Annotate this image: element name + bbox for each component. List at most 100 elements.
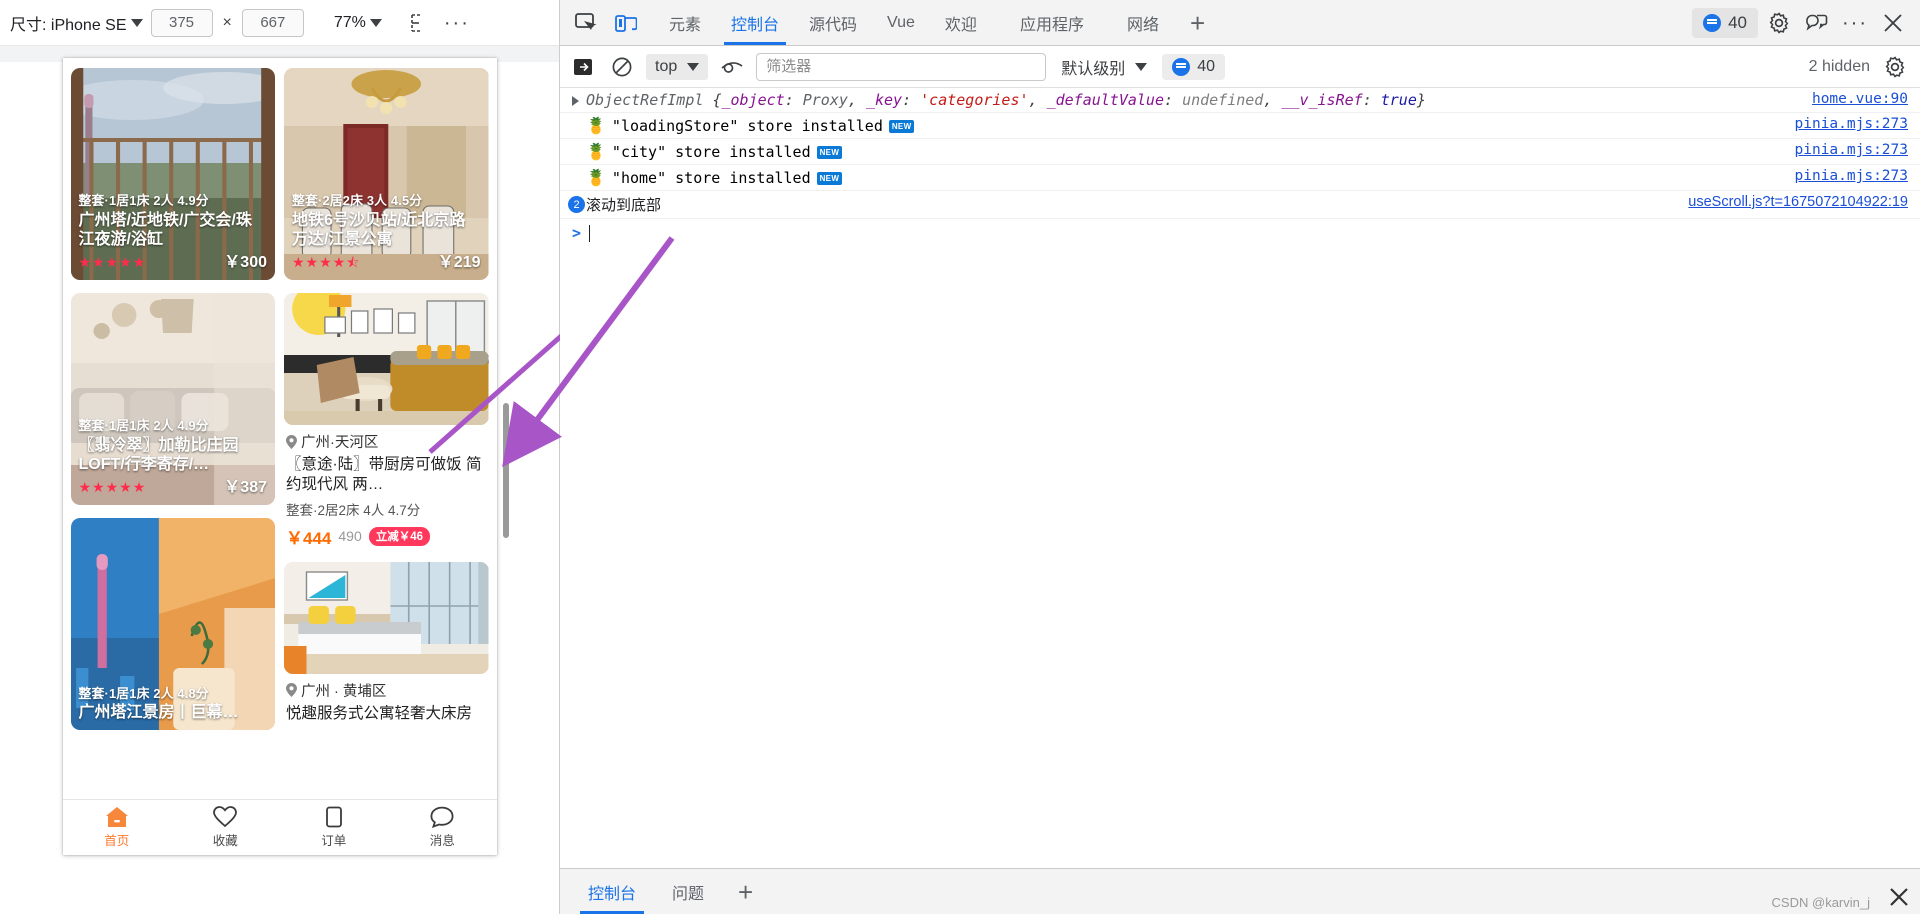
gear-icon[interactable] [1762, 6, 1796, 40]
tab-elements[interactable]: 元素 [654, 0, 716, 45]
console-settings-icon[interactable] [1880, 52, 1910, 82]
listing-image: 整套·1居1床 2人 4.8分 广州塔江景房丨巨幕… [70, 518, 275, 730]
device-toolbar-icon[interactable] [606, 3, 646, 43]
console-message-pinia[interactable]: 🍍 "home" store installed NEW pinia.mjs:273 [560, 165, 1920, 191]
listing-title: 〖翡冷翠〗加勒比庄园LOFT/行李寄存/… [78, 436, 239, 474]
tab-favorites[interactable]: 收藏 [171, 806, 280, 849]
throttling-icon[interactable] [404, 10, 430, 36]
message-bubble-icon [1703, 13, 1722, 32]
object-key: __v_isRef [1281, 91, 1363, 109]
tab-orders-label: 订单 [321, 834, 347, 848]
device-viewport: 整套·1居1床 2人 4.9分 广州塔/近地铁/广交会/珠江夜游/浴缸 ★★★★… [0, 46, 559, 914]
console-source-link[interactable]: useScroll.js?t=1675072104922:19 [1668, 194, 1908, 210]
object-key: _defaultValue [1046, 91, 1164, 109]
drawer-tab-console-label: 控制台 [588, 885, 637, 903]
issues-counter-button[interactable]: 40 [1692, 7, 1758, 38]
listing-location-row: 广州·天河区 [286, 431, 487, 452]
more-options-icon[interactable]: ··· [444, 10, 470, 36]
console-source-link[interactable]: pinia.mjs:273 [1775, 142, 1909, 158]
tab-orders[interactable]: 订单 [280, 806, 389, 849]
listing-price: ￥300 [224, 253, 267, 271]
tab-network[interactable]: 网络 [1099, 0, 1174, 45]
console-message-text: 🍍 "loadingStore" store installed NEW [586, 116, 1775, 135]
inspect-element-icon[interactable] [566, 3, 606, 43]
object-value: 'categories' [920, 91, 1029, 109]
tab-welcome[interactable]: 欢迎 [930, 0, 992, 45]
phone-scrollbar-thumb[interactable] [503, 403, 509, 538]
new-badge: NEW [816, 172, 843, 185]
console-message-body: "loadingStore" store installed [611, 117, 883, 135]
console-prompt[interactable]: > [560, 219, 1920, 247]
listing-card[interactable]: 整套·2居2床 3人 4.5分 地铁6号沙贝站/近北京路万达/江景公寓 ★★★★… [284, 68, 489, 280]
tab-vue[interactable]: Vue [872, 0, 930, 45]
devtools-tabs: 元素 控制台 源代码 Vue 欢迎 应用程序 网络 + [654, 0, 1221, 45]
listing-card[interactable]: 整套·1居1床 2人 4.8分 广州塔江景房丨巨幕… [70, 518, 275, 730]
tab-messages-label: 消息 [429, 834, 455, 848]
drawer-tab-console[interactable]: 控制台 [570, 869, 654, 914]
new-badge: NEW [816, 146, 843, 159]
console-message-object[interactable]: ObjectRefImpl {_object: Proxy, _key: 'ca… [560, 88, 1920, 113]
console-message-counted[interactable]: 2 滚动到底部 useScroll.js?t=1675072104922:19 [560, 191, 1920, 219]
device-zoom-value: 77% [333, 13, 366, 31]
console-filter-input[interactable] [756, 52, 1047, 81]
execution-context-select[interactable]: top [646, 53, 709, 80]
location-pin-icon [286, 434, 297, 449]
close-drawer-icon[interactable] [1888, 886, 1910, 908]
tab-sources[interactable]: 源代码 [794, 0, 872, 45]
add-tab-button[interactable]: + [1174, 10, 1221, 36]
listing-card[interactable]: 广州·天河区 〖意途·陆〗带厨房可做饭 简约现代风 两… 整套·2居2床 4人 … [284, 293, 489, 549]
console-message-pinia[interactable]: 🍍 "loadingStore" store installed NEW pinia… [560, 113, 1920, 139]
console-message-list[interactable]: ObjectRefImpl {_object: Proxy, _key: 'ca… [560, 88, 1920, 868]
listing-details: 广州 · 黄埔区 悦趣服务式公寓轻奢大床房 [284, 674, 489, 724]
device-size-select[interactable]: 尺寸: iPhone SE [10, 11, 143, 35]
console-message-text: ObjectRefImpl {_object: Proxy, _key: 'ca… [586, 91, 1426, 109]
more-options-icon[interactable]: ··· [1838, 6, 1872, 40]
tab-console[interactable]: 控制台 [716, 0, 794, 45]
console-source-link[interactable]: home.vue:90 [1792, 91, 1908, 107]
console-message-text: 🍍 "home" store installed NEW [586, 168, 1775, 187]
listing-stars: ★★★★★ [78, 253, 147, 270]
listing-price: ￥219 [437, 253, 481, 271]
listing-card[interactable]: 整套·1居1床 2人 4.9分 〖翡冷翠〗加勒比庄园LOFT/行李寄存/… ★★… [70, 293, 275, 505]
listing-overlay-info: 整套·2居2床 3人 4.5分 地铁6号沙贝站/近北京路万达/江景公寓 ★★★★… [284, 187, 489, 280]
tab-application[interactable]: 应用程序 [992, 0, 1099, 45]
console-source-link[interactable]: pinia.mjs:273 [1775, 168, 1909, 184]
device-zoom-select[interactable]: 77% [334, 14, 382, 32]
console-sidebar-icon[interactable] [568, 52, 598, 82]
app-listing-scroll[interactable]: 整套·1居1床 2人 4.9分 广州塔/近地铁/广交会/珠江夜游/浴缸 ★★★★… [62, 58, 497, 799]
pineapple-icon: 🍍 [586, 168, 606, 187]
console-level-select[interactable]: 默认级别 [1055, 52, 1153, 82]
listing-image: 整套·1居1床 2人 4.9分 〖翡冷翠〗加勒比庄园LOFT/行李寄存/… ★★… [70, 293, 275, 505]
console-toolbar: top 默认级别 40 2 hidden [560, 46, 1920, 88]
console-toolbar-right: 2 hidden [1809, 52, 1910, 82]
close-icon[interactable] [1876, 6, 1910, 40]
drawer-tab-issues[interactable]: 问题 [654, 869, 722, 914]
tab-messages[interactable]: 消息 [388, 806, 497, 849]
drawer-add-tab-button[interactable]: + [722, 879, 769, 905]
expand-triangle-icon[interactable] [572, 96, 579, 106]
listing-card[interactable]: 广州 · 黄埔区 悦趣服务式公寓轻奢大床房 [284, 561, 489, 724]
drawer-tabbar: 控制台 问题 + CSDN @karvin_j [560, 868, 1920, 914]
tab-favorites-label: 收藏 [212, 834, 238, 848]
listing-title: 广州塔/近地铁/广交会/珠江夜游/浴缸 [78, 211, 252, 249]
listing-column-left: 整套·1居1床 2人 4.9分 广州塔/近地铁/广交会/珠江夜游/浴缸 ★★★★… [70, 68, 275, 730]
device-height-input[interactable]: 667 [241, 8, 304, 37]
drawer-tab-issues-label: 问题 [672, 885, 705, 903]
device-toolbar: 尺寸: iPhone SE 375 × 667 77% ··· [0, 0, 559, 46]
listing-location-row: 广州 · 黄埔区 [286, 680, 487, 701]
device-width-input[interactable]: 375 [150, 8, 213, 37]
listing-title: 地铁6号沙贝站/近北京路万达/江景公寓 [292, 211, 466, 249]
console-issues-chip[interactable]: 40 [1162, 53, 1226, 80]
feedback-icon[interactable] [1800, 6, 1834, 40]
console-message-pinia[interactable]: 🍍 "city" store installed NEW pinia.mjs:273 [560, 139, 1920, 165]
listing-card[interactable]: 整套·1居1床 2人 4.9分 广州塔/近地铁/广交会/珠江夜游/浴缸 ★★★★… [70, 68, 275, 280]
console-source-link[interactable]: pinia.mjs:273 [1775, 116, 1909, 132]
object-value: undefined [1182, 91, 1264, 109]
clear-console-icon[interactable] [607, 52, 637, 82]
object-key: _object [721, 91, 785, 109]
tab-application-label: 应用程序 [1019, 16, 1084, 34]
phone-scrollbar[interactable] [502, 58, 510, 855]
live-expression-icon[interactable] [717, 52, 747, 82]
device-size-label: 尺寸: iPhone SE [10, 16, 127, 34]
tab-home[interactable]: 首页 [63, 806, 172, 849]
